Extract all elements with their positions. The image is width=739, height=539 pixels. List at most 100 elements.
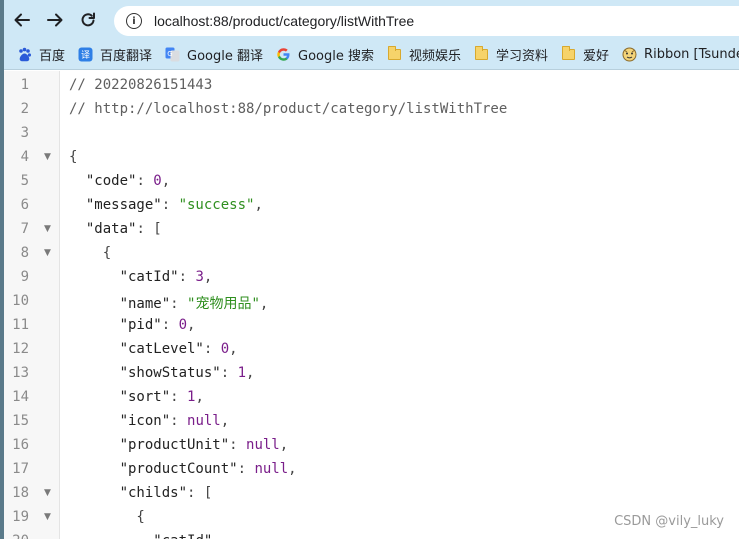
code-token: null — [254, 461, 289, 477]
code-token: "data" — [85, 221, 137, 237]
arrow-right-icon — [47, 13, 63, 27]
code-token: "catLevel" — [119, 341, 204, 357]
baidu-icon — [16, 47, 32, 63]
code-line: "catId" — [69, 533, 212, 539]
line-number: 18 — [12, 485, 29, 501]
line-number: 7 — [20, 221, 29, 237]
code-token: 1 — [237, 365, 247, 381]
line-number: 20 — [4, 533, 29, 539]
bookmark-item[interactable]: Google 搜索 — [275, 45, 374, 64]
bookmark-item[interactable]: 爱好 — [560, 45, 609, 64]
bookmark-label: 视频娱乐 — [409, 49, 462, 64]
code-token: 0 — [220, 341, 230, 357]
folder-icon — [386, 46, 402, 63]
bookmark-item[interactable]: 学习资料 — [473, 45, 548, 64]
bookmark-item[interactable]: 视频娱乐 — [386, 45, 461, 64]
fold-toggle-icon[interactable]: ▼ — [44, 224, 51, 234]
fold-toggle-icon[interactable]: ▼ — [44, 512, 51, 522]
code-line: { — [69, 509, 144, 525]
code-line: "childs": [ — [69, 485, 213, 501]
fold-toggle-icon[interactable]: ▼ — [44, 152, 51, 162]
code-token: // http://localhost:88/product/category/… — [69, 101, 508, 117]
code-line: "catLevel": 0, — [69, 341, 238, 357]
browser-toolbar: i localhost:88/product/category/listWith… — [4, 0, 739, 40]
arrow-left-icon — [14, 13, 30, 27]
code-line: "icon": null, — [69, 413, 230, 429]
code-token: , — [246, 365, 255, 381]
line-number: 14 — [12, 389, 29, 405]
watermark: CSDN @vily_luky — [614, 514, 724, 529]
bookmark-label: Google 搜索 — [298, 49, 374, 64]
code-token: , — [195, 389, 204, 405]
code-token: , — [203, 269, 213, 285]
code-token: // 20220826151443 — [69, 77, 213, 93]
ribbon-icon — [621, 47, 637, 63]
code-line: { — [69, 149, 77, 165]
code-token: { — [69, 149, 78, 165]
code-line: "sort": 1, — [69, 389, 204, 405]
code-token: "catId" — [153, 533, 212, 539]
code-line: "name": "宠物用品", — [69, 293, 269, 313]
line-number: 6 — [20, 197, 29, 213]
line-number: 10 — [12, 293, 29, 309]
bookmark-item[interactable]: 译百度翻译 — [77, 45, 152, 64]
back-button[interactable] — [7, 5, 37, 35]
fold-toggle-icon[interactable]: ▼ — [44, 488, 51, 498]
folder-icon — [560, 46, 576, 63]
bookmark-item[interactable]: 百度 — [16, 45, 65, 64]
reload-button[interactable] — [73, 5, 103, 35]
code-line: // http://localhost:88/product/category/… — [69, 101, 507, 117]
code-line: "data": [ — [69, 221, 162, 237]
line-number: 19 — [12, 509, 29, 525]
code-token: : — [229, 437, 247, 453]
code-token: "icon" — [119, 413, 171, 429]
bookmark-item[interactable]: G Google 翻译 — [164, 45, 263, 64]
code-token: : — [161, 197, 179, 213]
url-text[interactable]: localhost:88/product/category/listWithTr… — [154, 13, 414, 29]
line-number: 13 — [12, 365, 29, 381]
line-number: 5 — [20, 173, 29, 189]
code-token: , — [220, 413, 230, 429]
bookmark-label: 百度 — [39, 49, 66, 64]
code-token: : [ — [187, 485, 213, 501]
code-token: : — [170, 389, 188, 405]
bookmark-item[interactable]: Ribbon [Tsunde — [621, 47, 739, 63]
code-token: null — [187, 413, 221, 429]
code-token: : [ — [136, 221, 162, 237]
code-token: : — [170, 296, 188, 312]
code-token: "sort" — [119, 389, 171, 405]
code-token: { — [69, 245, 112, 261]
fold-toggle-icon[interactable]: ▼ — [44, 248, 51, 258]
bookmark-label: 百度翻译 — [100, 49, 153, 64]
code-token: , — [187, 317, 196, 333]
code-line: "productCount": null, — [69, 461, 297, 477]
code-token: "childs" — [119, 485, 188, 501]
code-line: // 20220826151443 — [69, 77, 212, 93]
google-translate-icon: G — [164, 47, 180, 63]
code-token: : — [170, 413, 188, 429]
svg-text:译: 译 — [81, 50, 90, 61]
line-number: 2 — [20, 101, 29, 117]
code-token: , — [288, 461, 297, 477]
bookmark-label: 爱好 — [583, 49, 610, 64]
line-number: 17 — [12, 461, 29, 477]
google-icon — [275, 47, 291, 63]
line-number: 4 — [20, 149, 29, 165]
code-token: 0 — [153, 173, 162, 189]
address-bar[interactable]: i localhost:88/product/category/listWith… — [114, 6, 739, 36]
code-token: : — [220, 365, 238, 381]
line-number: 12 — [12, 341, 29, 357]
bookmark-label: 学习资料 — [496, 49, 549, 64]
code-token: : — [161, 317, 179, 333]
forward-button[interactable] — [40, 5, 70, 35]
info-icon[interactable]: i — [126, 13, 142, 29]
